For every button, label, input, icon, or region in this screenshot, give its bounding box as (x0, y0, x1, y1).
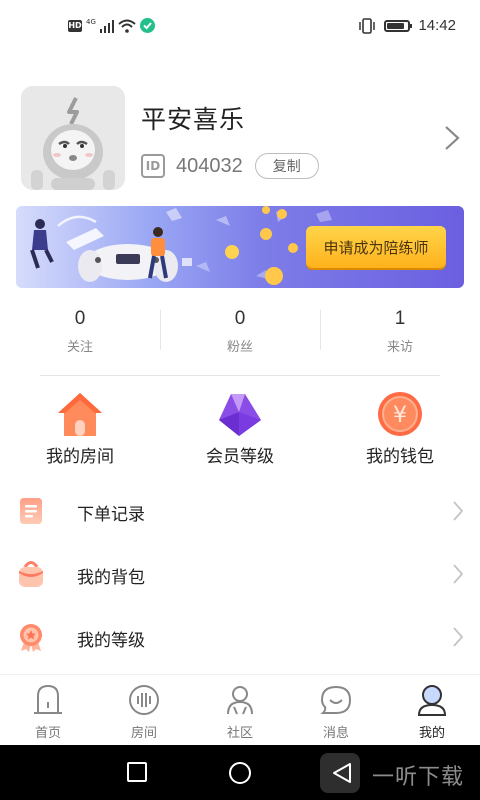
message-icon (320, 685, 352, 714)
battery-level (387, 22, 405, 29)
menu-item-label: 下单记录 (77, 505, 145, 525)
chevron-right-icon (453, 501, 464, 521)
copy-id-button[interactable]: 复制 (254, 153, 319, 179)
tab-room[interactable]: 房间 (96, 675, 192, 745)
id-icon: ID (141, 154, 165, 178)
status-right: 14:42 (358, 17, 456, 34)
tab-label: 我的 (418, 726, 445, 741)
vibrate-icon (359, 17, 376, 34)
avatar[interactable] (21, 86, 125, 190)
quick-actions: 我的房间 会员等级 ¥ 我的钱包 (0, 390, 480, 470)
backpack-icon (19, 561, 43, 587)
bottom-tab-bar: 首页 房间 社区 消息 我的 (0, 675, 480, 745)
become-coach-banner[interactable]: 申请成为陪练师 (16, 206, 464, 288)
battery-icon (384, 19, 413, 32)
house-icon (58, 393, 102, 436)
username: 平安喜乐 (141, 105, 246, 134)
tab-profile[interactable]: 我的 (384, 675, 480, 745)
quick-action-label: 我的钱包 (366, 447, 434, 467)
community-icon (227, 686, 253, 715)
stat-followers[interactable]: 0 粉丝 (160, 308, 320, 356)
stat-following[interactable]: 0 关注 (0, 308, 160, 356)
hd-badge: HD (68, 19, 82, 32)
chevron-right-icon (453, 564, 464, 584)
membership-level-button[interactable]: 会员等级 (160, 390, 320, 470)
menu-item-level[interactable]: 我的等级 (0, 606, 480, 669)
tab-home[interactable]: 首页 (0, 675, 96, 745)
clock: 14:42 (418, 17, 456, 34)
menu-list: 下单记录 我的背包 我的等级 (0, 480, 480, 669)
quick-action-label: 会员等级 (206, 447, 274, 467)
stat-visitors[interactable]: 1 来访 (320, 308, 480, 356)
home-icon (34, 684, 62, 714)
signal-icon (99, 19, 114, 33)
order-list-icon (20, 498, 42, 524)
my-wallet-button[interactable]: ¥ 我的钱包 (320, 390, 480, 470)
tab-label: 社区 (226, 726, 253, 741)
quick-action-label: 我的房间 (46, 447, 114, 467)
profile-header[interactable]: 平安喜乐 ID 404032 复制 (0, 80, 480, 200)
network-label: 4G (86, 17, 96, 26)
stat-label: 关注 (66, 340, 93, 355)
user-id-row: ID 404032 复制 (141, 153, 319, 179)
tab-label: 房间 (130, 726, 157, 741)
chevron-right-icon (453, 627, 464, 647)
medal-icon (20, 624, 42, 652)
yuan-symbol: ¥ (393, 403, 407, 428)
yuan-coin-icon: ¥ (378, 392, 422, 436)
my-room-button[interactable]: 我的房间 (0, 390, 160, 470)
user-id-value: 404032 (176, 154, 243, 177)
room-icon (129, 685, 159, 715)
wifi-icon (118, 19, 136, 33)
home-circle-icon[interactable] (229, 762, 251, 784)
apply-coach-button[interactable]: 申请成为陪练师 (306, 226, 446, 268)
chevron-right-icon[interactable] (440, 124, 462, 152)
back-triangle-icon[interactable] (330, 761, 354, 785)
watermark-text: 一听下载 (372, 765, 465, 790)
menu-item-backpack[interactable]: 我的背包 (0, 543, 480, 606)
recent-apps-square-icon[interactable] (127, 762, 147, 782)
verified-check-icon (139, 18, 155, 33)
stat-value: 1 (394, 308, 406, 329)
tab-messages[interactable]: 消息 (288, 675, 384, 745)
stats-row: 0 关注 0 粉丝 1 来访 (0, 308, 480, 356)
system-navigation-bar: 一听下载 (0, 745, 480, 800)
tab-label: 消息 (322, 726, 349, 741)
stat-value: 0 (74, 308, 86, 329)
robot-avatar-image (21, 86, 125, 190)
menu-item-label: 我的等级 (77, 631, 145, 651)
tab-label: 首页 (34, 726, 61, 741)
gem-icon (219, 394, 261, 436)
menu-item-label: 我的背包 (77, 568, 145, 588)
section-divider (40, 375, 440, 376)
stat-label: 来访 (386, 340, 413, 355)
menu-item-orders[interactable]: 下单记录 (0, 480, 480, 543)
status-bar: HD 4G 14:42 (0, 0, 480, 56)
status-left: HD 4G (68, 18, 155, 33)
tab-community[interactable]: 社区 (192, 675, 288, 745)
stat-value: 0 (234, 308, 246, 329)
profile-icon (417, 685, 447, 716)
stat-label: 粉丝 (226, 340, 253, 355)
